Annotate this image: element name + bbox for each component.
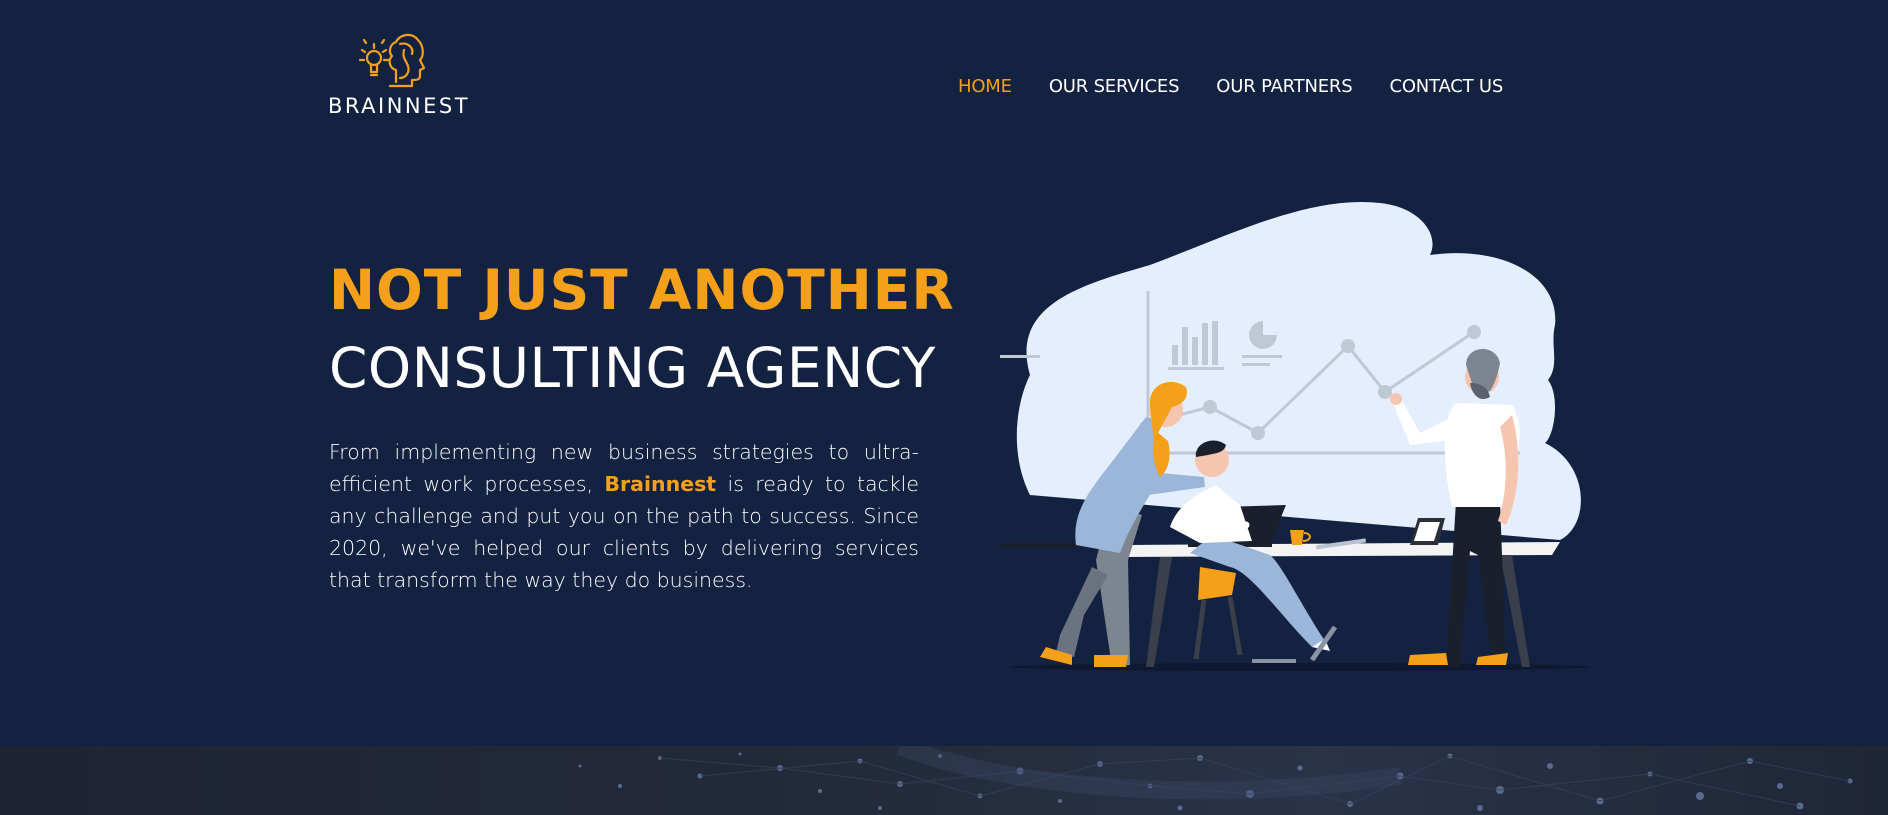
nav-our-partners[interactable]: OUR PARTNERS [1216,76,1352,98]
mug [1290,530,1311,545]
lightbulb-head-icon [358,33,426,88]
hero-brand-highlight: Brainnest [604,472,717,496]
hero-title-line-1: NOT JUST ANOTHER [329,258,955,322]
nav-home[interactable]: HOME [958,76,1012,98]
main-nav: HOME OUR SERVICES OUR PARTNERS CONTACT U… [958,76,1503,98]
hero-description: From implementing new business strategie… [329,436,919,596]
brand-name: BRAINNEST [328,94,471,118]
team-meeting-illustration [1000,195,1600,680]
network-pattern-band [0,746,1888,815]
brand-logo[interactable]: BRAINNEST [328,30,471,118]
hero-title-line-2: CONSULTING AGENCY [329,336,936,400]
nav-our-services[interactable]: OUR SERVICES [1049,76,1180,98]
nav-contact-us[interactable]: CONTACT US [1389,76,1503,98]
